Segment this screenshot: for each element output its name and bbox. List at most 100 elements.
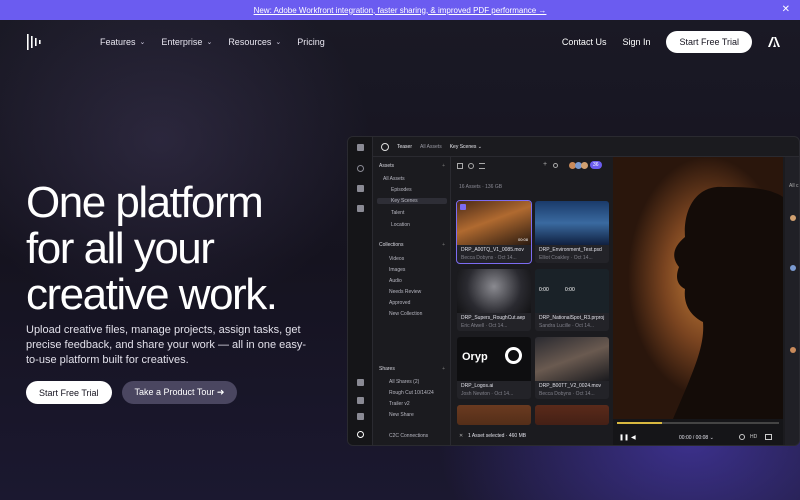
asset-card[interactable] [535, 405, 609, 425]
asset-meta: Josh Newton · Oct 14... [461, 391, 514, 397]
logo-text: Oryp [462, 351, 488, 363]
logo-mark-icon [505, 347, 522, 364]
asset-thumbnail [535, 201, 609, 245]
cloud-icon [357, 205, 364, 212]
sidebar-item-videos[interactable]: Videos [389, 256, 404, 262]
brand-logo-icon[interactable] [26, 32, 46, 52]
breadcrumb-key-scenes[interactable]: Key Scenes ⌄ [450, 144, 482, 150]
announcement-bar: New: Adobe Workfront integration, faster… [0, 0, 800, 20]
asset-thumbnail [457, 269, 531, 313]
comments-label: All c [789, 183, 799, 189]
grid-toolbar: + 36 [451, 157, 611, 177]
viewer-count-badge: 36 [590, 161, 602, 169]
asset-card[interactable]: 0:00 0:00 DRP_NationalSpot_R3.prproj San… [535, 269, 609, 331]
timecode-label: 0:00 [539, 287, 549, 293]
breadcrumb-all-assets[interactable]: All Assets [420, 144, 442, 150]
asset-grid: + 36 16 Assets · 136 GB 00:08 DRP_A00TQ_… [451, 157, 611, 445]
chevron-down-icon: ⌄ [206, 39, 213, 46]
sign-in-link[interactable]: Sign In [622, 37, 650, 47]
asset-thumbnail [535, 337, 609, 381]
sidebar-item-images[interactable]: Images [389, 267, 405, 273]
sidebar-item-key-scenes[interactable]: Key Scenes [377, 198, 447, 204]
contact-us-link[interactable]: Contact Us [562, 37, 607, 47]
progress-track[interactable] [617, 422, 779, 424]
hero-title-line: creative work. [26, 270, 278, 319]
sort-icon[interactable] [479, 163, 485, 169]
announcement-link[interactable]: New: Adobe Workfront integration, faster… [254, 6, 547, 15]
checkbox-icon[interactable] [460, 204, 466, 210]
asset-card[interactable] [457, 405, 531, 425]
sidebar-item-needs-review[interactable]: Needs Review [389, 289, 421, 295]
hero-start-trial-button[interactable]: Start Free Trial [26, 381, 112, 404]
close-icon[interactable]: ✕ [459, 433, 463, 439]
asset-meta: Becca Dobyns · Oct 14... [461, 255, 517, 261]
sidebar-item-new-share[interactable]: New Share [389, 412, 414, 418]
sidebar-item-audio[interactable]: Audio [389, 278, 402, 284]
asset-card[interactable]: DRP_Supers_RoughCut.aep Eric Atwell · Oc… [457, 269, 531, 331]
app-sidebar: Assets + All Assets Episodes Key Scenes … [373, 157, 451, 445]
search-icon[interactable] [553, 163, 558, 168]
asset-card[interactable]: 00:08 DRP_A00TQ_V1_0085.mov Becca Dobyns… [456, 200, 532, 264]
hero-subtitle: Upload creative files, manage projects, … [26, 324, 307, 366]
share-icon[interactable] [468, 163, 474, 169]
nav-pricing[interactable]: Pricing [297, 37, 325, 47]
account-icon [357, 431, 364, 438]
settings-icon[interactable] [739, 434, 745, 440]
fullscreen-icon[interactable] [765, 434, 772, 440]
sidebar-item-trailer[interactable]: Trailer v2 [389, 401, 410, 407]
quality-label[interactable]: HD [750, 434, 757, 440]
close-icon[interactable]: ✕ [782, 4, 790, 15]
app-panel: Assets + All Assets Episodes Key Scenes … [373, 157, 799, 445]
keyboard-icon [357, 413, 364, 420]
assets-header: Assets [379, 163, 395, 169]
nav-features-label: Features [100, 37, 136, 47]
add-icon[interactable]: + [442, 242, 445, 248]
asset-name: DRP_Environment_Test.psd [539, 247, 602, 253]
sidebar-item-location[interactable]: Location [391, 222, 410, 228]
sidebar-item-episodes[interactable]: Episodes [391, 187, 412, 193]
project-icon [381, 142, 389, 151]
add-icon[interactable]: + [442, 163, 445, 169]
asset-name: DRP_Logos.ai [461, 383, 494, 389]
silhouette [673, 186, 783, 419]
add-icon[interactable]: + [543, 161, 547, 168]
asset-name: DRP_A00TQ_V1_0085.mov [461, 247, 524, 253]
pause-icon[interactable]: ❚❚ [619, 434, 629, 441]
bell-icon [357, 185, 364, 192]
add-icon[interactable]: + [442, 366, 445, 372]
asset-card[interactable]: Oryp DRP_Logos.ai Josh Newton · Oct 14..… [457, 337, 531, 399]
sidebar-item-new-collection[interactable]: New Collection [389, 311, 422, 317]
avatar [790, 215, 796, 221]
selection-bar: ✕ 1 Asset selected · 460 MB [373, 427, 611, 445]
volume-icon[interactable]: ◀ [631, 434, 636, 441]
view-icon[interactable] [457, 163, 463, 169]
asset-thumbnail: 0:00 0:00 [535, 269, 609, 313]
sidebar-item-approved[interactable]: Approved [389, 300, 410, 306]
nav-enterprise[interactable]: Enterprise ⌄ [161, 37, 212, 47]
adobe-logo-icon[interactable] [768, 36, 780, 48]
nav-features[interactable]: Features ⌄ [100, 37, 145, 47]
asset-meta: Sandra Lucille · Oct 14... [539, 323, 595, 329]
sidebar-item-talent[interactable]: Talent [391, 210, 404, 216]
nav-resources[interactable]: Resources ⌄ [228, 37, 281, 47]
asset-card[interactable]: DRP_B00TT_V2_0024.mov Becca Dobyns · Oct… [535, 337, 609, 399]
shares-header: Shares [379, 366, 395, 372]
nav-resources-label: Resources [228, 37, 272, 47]
product-tour-button[interactable]: Take a Product Tour ➜ [121, 381, 238, 404]
sidebar-item-all-assets[interactable]: All Assets [383, 176, 405, 182]
sidebar-item-all-shares[interactable]: All Shares (2) [389, 379, 419, 385]
asset-meta: Becca Dobyns · Oct 14... [539, 391, 595, 397]
breadcrumb-project[interactable]: Teaser [397, 144, 412, 150]
hero-title: One platform for all your creative work. [26, 180, 336, 318]
asset-meta: Eric Atwell · Oct 14... [461, 323, 508, 329]
asset-card[interactable]: DRP_Environment_Test.psd Elliot Coakley … [535, 201, 609, 263]
avatar [790, 265, 796, 271]
timecode-label: 0:00 [565, 287, 575, 293]
video-preview[interactable] [613, 157, 783, 419]
nav-links: Features ⌄ Enterprise ⌄ Resources ⌄ Pric… [100, 20, 325, 64]
nav-start-trial-button[interactable]: Start Free Trial [666, 31, 752, 53]
asset-name: DRP_Supers_RoughCut.aep [461, 315, 526, 321]
sidebar-item-rough-cut[interactable]: Rough Cut 10/14/24 [389, 390, 434, 396]
asset-name: DRP_B00TT_V2_0024.mov [539, 383, 601, 389]
timecode-display[interactable]: 00:00 / 00:08 ⌄ [679, 435, 714, 441]
